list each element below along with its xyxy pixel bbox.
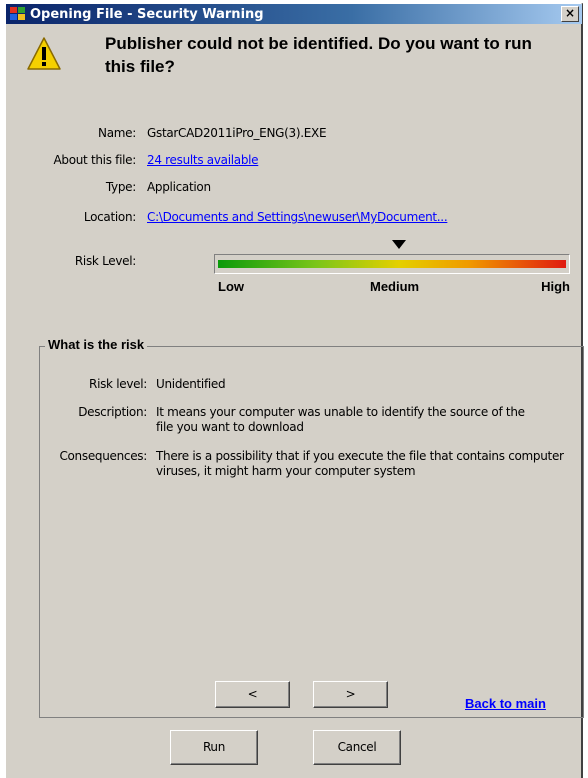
risk-groupbox: [39, 346, 584, 718]
security-warning-dialog: Opening File - Security Warning × Publis…: [5, 3, 584, 778]
run-button-label: Run: [202, 740, 226, 754]
risk-detail-value: Unidentified: [156, 377, 226, 391]
cancel-button-label: Cancel: [337, 740, 377, 754]
chevron-left-icon: <: [247, 687, 258, 701]
location-label: Location:: [83, 210, 136, 224]
cancel-button[interactable]: Cancel: [313, 730, 401, 765]
window-title: Opening File - Security Warning: [30, 6, 264, 22]
risk-level-bar: [214, 254, 570, 274]
risk-high-label: High: [541, 279, 570, 294]
file-name: GstarCAD2011iPro_ENG(3).EXE: [147, 126, 327, 140]
risk-medium-label: Medium: [370, 279, 420, 294]
close-icon: ×: [564, 6, 576, 20]
description-label-wrap: Description:: [6, 405, 147, 420]
description-label: Description:: [78, 405, 147, 419]
title-bar[interactable]: Opening File - Security Warning ×: [6, 4, 582, 24]
consequences-label-wrap: Consequences:: [6, 449, 147, 464]
run-button[interactable]: Run: [170, 730, 258, 765]
risk-group-title: What is the risk: [45, 337, 148, 352]
prev-button[interactable]: <: [215, 681, 290, 708]
risk-level-detail-label-wrap: Risk level:: [6, 377, 147, 392]
about-link[interactable]: 24 results available: [147, 153, 259, 167]
risk-detail-label: Risk level:: [89, 377, 147, 391]
headline: Publisher could not be identified. Do yo…: [105, 34, 532, 76]
triangle-down-icon: [392, 240, 406, 249]
warning-icon: [27, 37, 61, 70]
close-button[interactable]: ×: [561, 6, 579, 22]
type-label: Type:: [105, 180, 136, 194]
chevron-right-icon: >: [345, 687, 356, 701]
back-to-main-link[interactable]: Back to main: [465, 696, 546, 711]
next-button[interactable]: >: [313, 681, 388, 708]
consequences-label: Consequences:: [59, 449, 147, 463]
file-type: Application: [147, 180, 211, 194]
about-label: About this file:: [53, 153, 136, 167]
consequences-text: There is a possibility that if you execu…: [156, 449, 564, 478]
description-text: It means your computer was unable to ide…: [156, 405, 525, 434]
location-link[interactable]: C:\Documents and Settings\newuser\MyDocu…: [147, 210, 448, 224]
app-icon: [10, 7, 26, 21]
risk-low-label: Low: [218, 279, 244, 294]
risk-level-label: Risk Level:: [74, 254, 136, 268]
risk-gradient: [218, 260, 566, 268]
name-label: Name:: [98, 126, 136, 140]
